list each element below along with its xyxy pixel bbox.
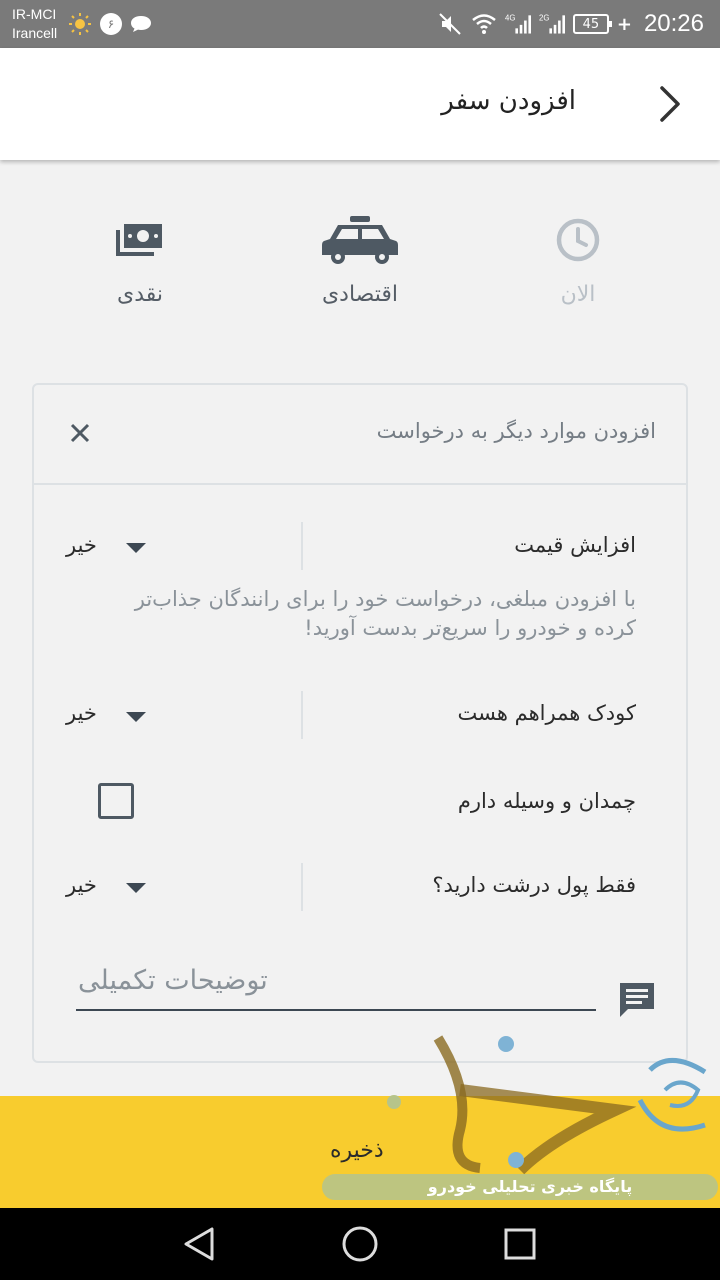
notification-count-badge: ۶: [100, 13, 122, 35]
mute-icon: [439, 13, 461, 35]
option-now[interactable]: الان: [498, 212, 658, 307]
carrier-line-1: IR-MCI: [12, 6, 57, 22]
price-increase-label: افزایش قیمت: [514, 533, 636, 557]
notification-icons: ۶: [68, 12, 152, 36]
carrier-name: IR-MCI Irancell: [12, 5, 57, 43]
child-label: کودک همراهم هست: [457, 701, 636, 725]
price-increase-value: خیر: [66, 533, 97, 557]
dropdown-arrow-icon: [126, 883, 146, 893]
option-economy[interactable]: اقتصادی: [280, 212, 440, 307]
app-bar: افزودن سفر: [0, 48, 720, 160]
wifi-icon: [472, 14, 496, 34]
divider: [301, 691, 303, 739]
child-value: خیر: [66, 701, 97, 725]
dropdown-arrow-icon: [126, 543, 146, 553]
option-cash-label: نقدی: [116, 282, 164, 307]
luggage-checkbox[interactable]: [98, 783, 134, 819]
message-icon: [131, 16, 151, 32]
comment-icon: [620, 983, 654, 1017]
cash-icon: [116, 224, 162, 256]
carrier-line-2: Irancell: [12, 25, 58, 41]
extra-options-card: افزودن موارد دیگر به درخواست افزایش قیمت…: [32, 383, 688, 1063]
divider: [301, 522, 303, 570]
notes-input[interactable]: توضیحات تکمیلی: [76, 963, 596, 1011]
system-icons: 4G 2G 45 + 20:26: [437, 10, 704, 38]
weather-sun-icon: [69, 13, 91, 35]
nav-back-icon[interactable]: [180, 1224, 220, 1264]
option-cash[interactable]: نقدی: [60, 212, 220, 307]
battery-icon: 45: [572, 14, 612, 34]
notes-placeholder: توضیحات تکمیلی: [78, 965, 268, 996]
large-bills-value: خیر: [66, 873, 97, 897]
clock-icon: [556, 218, 600, 262]
close-icon[interactable]: [68, 421, 92, 445]
save-button[interactable]: ذخیره: [0, 1096, 720, 1208]
large-bills-label: فقط پول درشت دارید؟: [432, 873, 636, 897]
option-economy-label: اقتصادی: [321, 282, 399, 307]
price-increase-helper: با افزودن مبلغی، درخواست خود را برای ران…: [134, 587, 636, 640]
back-chevron-icon[interactable]: [656, 84, 684, 124]
clock-time: 20:26: [643, 10, 704, 37]
card-header: افزودن موارد دیگر به درخواست: [34, 385, 686, 485]
svg-text:2G: 2G: [539, 14, 549, 23]
nav-recents-icon[interactable]: [500, 1224, 540, 1264]
navigation-bar: [0, 1208, 720, 1280]
page-title: افزودن سفر: [441, 86, 576, 116]
nav-home-icon[interactable]: [340, 1224, 380, 1264]
status-bar: IR-MCI Irancell ۶ 4G 2G 45 + 20:26: [0, 0, 720, 48]
card-title: افزودن موارد دیگر به درخواست: [376, 419, 656, 443]
dropdown-arrow-icon: [126, 712, 146, 722]
divider: [301, 863, 303, 911]
charging-icon: +: [616, 13, 632, 35]
signal-4g-icon: 4G: [505, 14, 531, 34]
svg-text:4G: 4G: [505, 14, 515, 23]
luggage-label: چمدان و وسیله دارم: [457, 789, 636, 813]
signal-2g-icon: 2G: [539, 14, 565, 34]
option-now-label: الان: [560, 282, 596, 307]
taxi-icon: [322, 216, 398, 264]
save-button-label: ذخیره: [330, 1138, 384, 1163]
